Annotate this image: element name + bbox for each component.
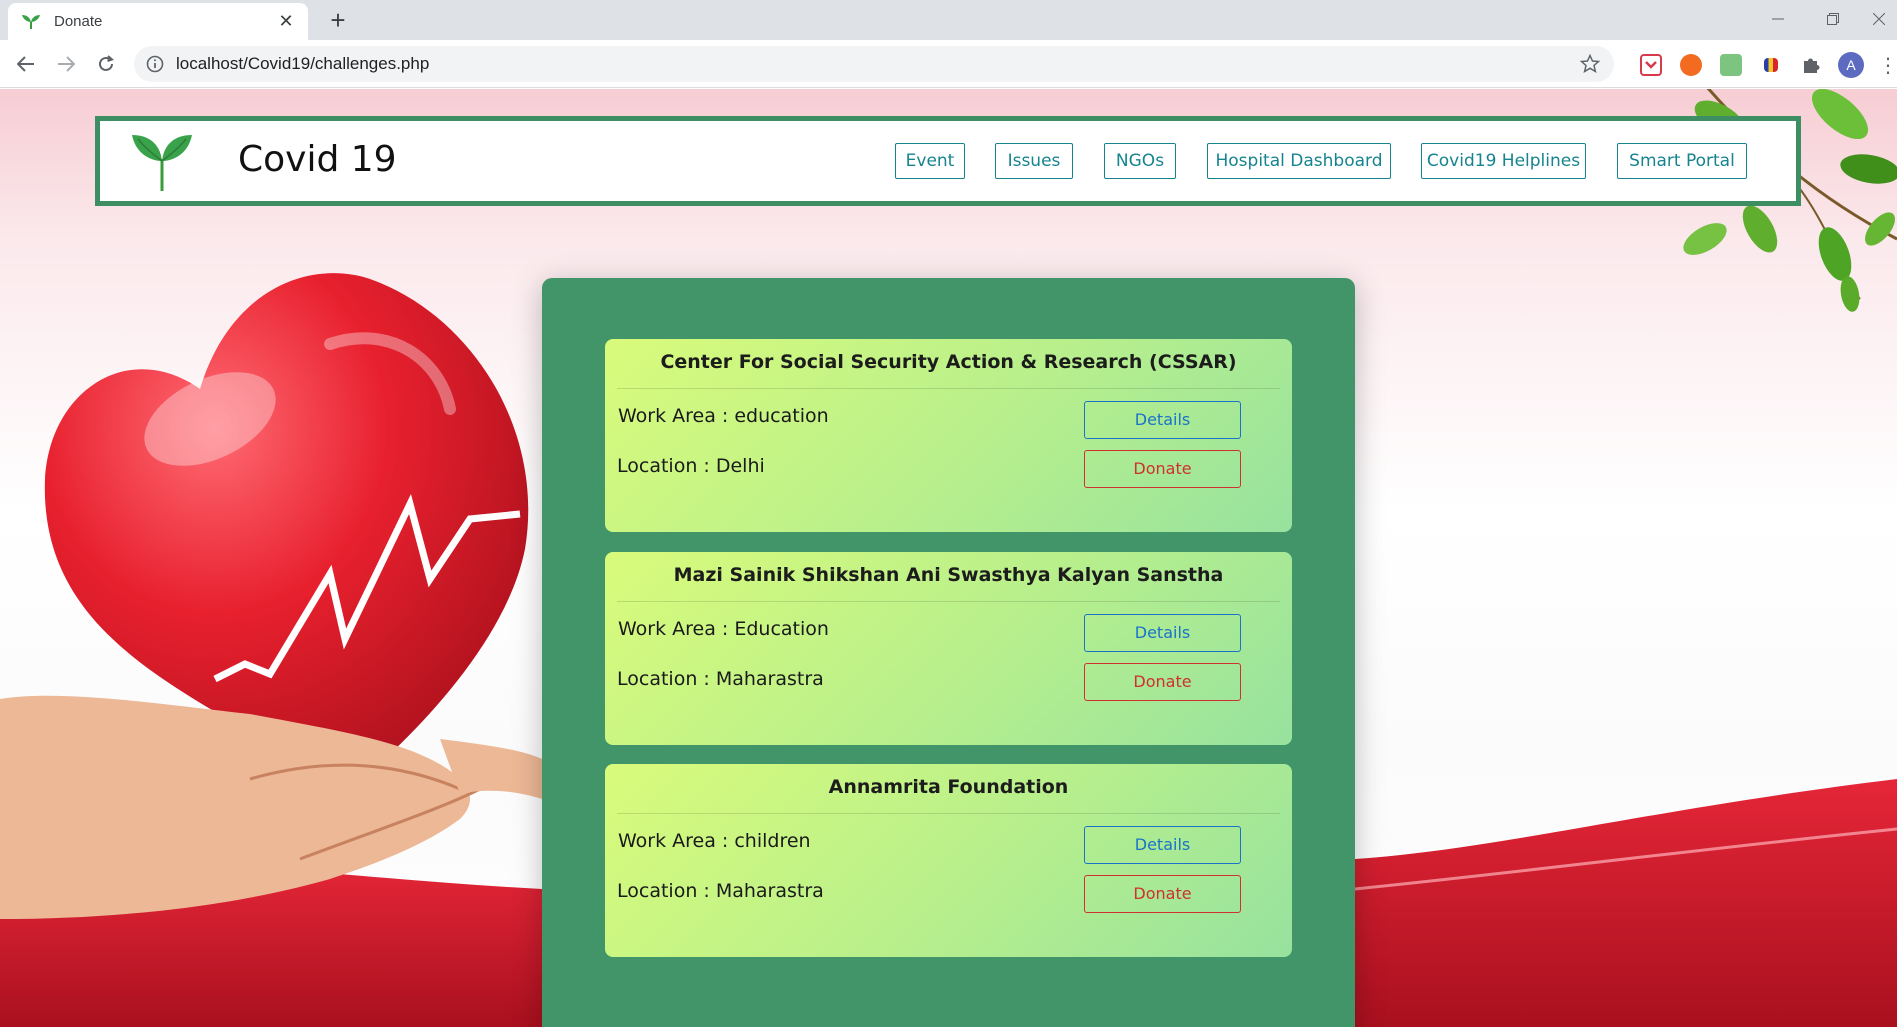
orange-extension-icon[interactable] [1680,54,1702,76]
info-icon[interactable] [146,55,164,73]
card-divider [617,813,1280,814]
donate-button[interactable]: Donate [1084,663,1241,701]
card-divider [617,601,1280,602]
ngo-card: Center For Social Security Action & Rese… [605,339,1292,532]
ngo-card: Annamrita Foundation Work Area : childre… [605,764,1292,957]
ngo-list-panel: Center For Social Security Action & Rese… [542,278,1355,1027]
ngo-card: Mazi Sainik Shikshan Ani Swasthya Kalyan… [605,552,1292,745]
tab-title: Donate [54,13,103,30]
details-button[interactable]: Details [1084,401,1241,439]
ngo-name: Center For Social Security Action & Rese… [660,351,1237,373]
mail-extension-icon[interactable] [1720,54,1742,76]
ngo-location: Location : Maharastra [617,668,824,690]
page-viewport: Covid 19 Event Issues NGOs Hospital Dash… [0,89,1897,1027]
site-header: Covid 19 Event Issues NGOs Hospital Dash… [95,116,1801,206]
new-tab-plus-icon[interactable]: + [324,6,352,34]
donate-button[interactable]: Donate [1084,875,1241,913]
address-bar[interactable]: localhost/Covid19/challenges.php [134,46,1614,82]
puzzle-icon[interactable] [1800,54,1822,76]
url-text: localhost/Covid19/challenges.php [176,54,430,73]
ngo-location: Location : Maharastra [617,880,824,902]
forward-arrow-icon[interactable] [50,48,82,80]
browser-tab[interactable]: Donate ✕ [8,3,308,40]
nav-issues[interactable]: Issues [995,143,1073,179]
ngo-name: Mazi Sainik Shikshan Ani Swasthya Kalyan… [673,564,1224,586]
tab-close-icon[interactable]: ✕ [276,11,296,32]
ngo-name: Annamrita Foundation [828,776,1069,798]
ngo-location: Location : Delhi [617,455,765,477]
sprout-logo[interactable] [130,131,194,193]
ngo-work-area: Work Area : children [618,830,811,852]
sprout-favicon-icon [22,14,40,29]
browser-toolbar: localhost/Covid19/challenges.php A ⋮ [0,40,1897,88]
browser-tabstrip: Donate ✕ + [0,0,1897,40]
ngo-work-area: Work Area : Education [618,618,829,640]
profile-avatar[interactable]: A [1838,52,1864,78]
reload-icon[interactable] [90,48,122,80]
nav-smart-portal[interactable]: Smart Portal [1617,143,1747,179]
pocket-extension-icon[interactable] [1640,54,1662,76]
back-arrow-icon[interactable] [10,48,42,80]
nav-covid19-helplines[interactable]: Covid19 Helplines [1421,143,1586,179]
nav-ngos[interactable]: NGOs [1104,143,1176,179]
minimize-icon[interactable] [1755,0,1801,38]
nav-hospital-dashboard[interactable]: Hospital Dashboard [1207,143,1391,179]
card-divider [617,388,1280,389]
flag-extension-icon[interactable] [1764,58,1778,72]
nav-event[interactable]: Event [895,143,965,179]
donate-button[interactable]: Donate [1084,450,1241,488]
star-icon[interactable] [1580,54,1600,74]
kebab-menu-icon[interactable]: ⋮ [1878,52,1897,78]
restore-icon[interactable] [1810,0,1856,38]
site-brand[interactable]: Covid 19 [238,139,397,180]
ngo-work-area: Work Area : education [618,405,829,427]
details-button[interactable]: Details [1084,826,1241,864]
close-window-icon[interactable] [1860,0,1897,38]
details-button[interactable]: Details [1084,614,1241,652]
